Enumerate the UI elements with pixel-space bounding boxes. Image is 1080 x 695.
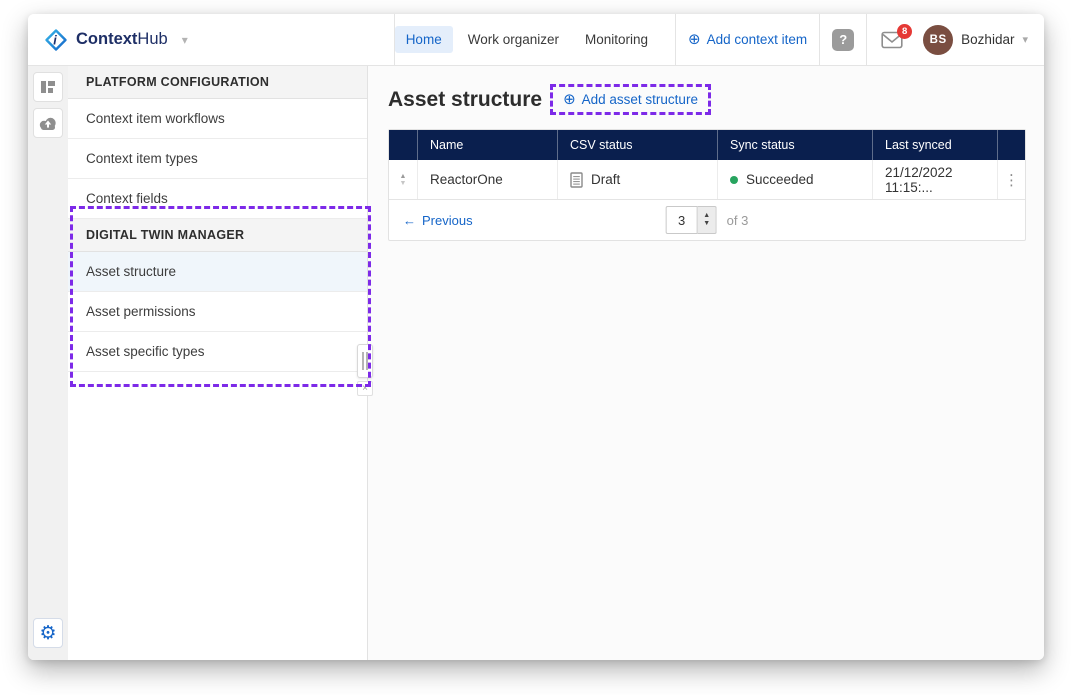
asset-structure-table: Name CSV status Sync status Last synced … (388, 129, 1026, 241)
scrollbar-handle[interactable] (357, 344, 373, 378)
csv-status-label: Draft (591, 172, 620, 187)
add-context-item-label: Add context item (707, 32, 808, 47)
sidebar: PLATFORM CONFIGURATION Context item work… (68, 66, 368, 660)
chevron-down-icon: ▾ (1022, 33, 1028, 46)
page-title: Asset structure (388, 88, 542, 112)
cell-name: ReactorOne (417, 160, 557, 199)
settings-button[interactable]: ⚙ (33, 618, 63, 648)
page-selector: ▲ ▼ of 3 (666, 206, 749, 234)
notification-badge: 8 (897, 24, 912, 39)
status-dot-icon (730, 176, 738, 184)
contexthub-logo-icon: i (44, 28, 68, 52)
column-header-csv-status: CSV status (557, 130, 717, 160)
previous-label: Previous (422, 213, 473, 228)
layout-view-button[interactable] (33, 72, 63, 102)
column-header-last-synced: Last synced (872, 130, 997, 160)
chevron-down-icon[interactable]: ▾ (182, 33, 188, 47)
logo-section: i ContextHub ▾ (28, 14, 395, 65)
cell-actions: ⋮ (997, 160, 1025, 199)
tab-work-organizer[interactable]: Work organizer (457, 26, 570, 53)
arrow-left-icon: ← (403, 213, 416, 228)
gear-icon: ⚙ (39, 624, 56, 643)
circle-plus-icon: ⊕ (563, 92, 576, 107)
sidebar-item-context-fields[interactable]: Context fields (68, 179, 367, 219)
section-header-digital-twin-manager: DIGITAL TWIN MANAGER (68, 219, 367, 252)
icon-rail: ⚙ (28, 66, 68, 660)
table-row[interactable]: ▲ ▼ ReactorOne (389, 160, 1025, 200)
stepper-up-icon[interactable]: ▲ (703, 212, 710, 220)
cell-last-synced: 21/12/2022 11:15:... (872, 160, 997, 199)
pagination-row: ← Previous ▲ ▼ of 3 (389, 200, 1025, 240)
annotation-box-add-button: ⊕ Add asset structure (550, 84, 711, 115)
cell-sync-status: Succeeded (717, 160, 872, 199)
row-move-down-icon[interactable]: ▼ (400, 180, 407, 187)
divider (866, 14, 867, 65)
page-stepper: ▲ ▼ (698, 206, 717, 234)
row-actions-kebab-icon[interactable]: ⋮ (1004, 171, 1019, 189)
body: ⚙ PLATFORM CONFIGURATION Context item wo… (28, 66, 1044, 660)
title-row: Asset structure ⊕ Add asset structure (388, 84, 1044, 115)
top-bar-right: Home Work organizer Monitoring ⊕ Add con… (395, 14, 1044, 65)
user-name: Bozhidar (961, 32, 1014, 47)
tab-home[interactable]: Home (395, 26, 453, 53)
sidebar-item-context-item-workflows[interactable]: Context item workflows (68, 99, 367, 139)
table-header-spacer (389, 130, 417, 160)
table-header-actions-spacer (997, 130, 1025, 160)
column-header-name: Name (417, 130, 557, 160)
sidebar-item-context-item-types[interactable]: Context item types (68, 139, 367, 179)
sidebar-item-asset-permissions[interactable]: Asset permissions (68, 292, 367, 332)
document-icon (570, 172, 583, 188)
app-window: i ContextHub ▾ Home Work organizer Monit… (28, 14, 1044, 660)
close-icon[interactable]: × (357, 381, 373, 396)
brand-name: ContextHub (76, 30, 168, 49)
sidebar-item-asset-specific-types[interactable]: Asset specific types (68, 332, 367, 372)
section-header-platform-configuration: PLATFORM CONFIGURATION (68, 66, 367, 99)
table-header-row: Name CSV status Sync status Last synced (389, 130, 1025, 160)
help-button[interactable]: ? (832, 29, 854, 51)
add-asset-structure-button[interactable]: ⊕ Add asset structure (563, 92, 698, 107)
avatar: BS (923, 25, 953, 55)
divider (819, 14, 820, 65)
row-reorder-cell: ▲ ▼ (389, 160, 417, 199)
sidebar-item-asset-structure[interactable]: Asset structure (68, 252, 367, 292)
page-input[interactable] (666, 206, 698, 234)
cell-csv-status: Draft (557, 160, 717, 199)
row-move-up-icon[interactable]: ▲ (400, 173, 407, 180)
layout-icon (39, 78, 57, 96)
divider (675, 14, 676, 65)
user-menu[interactable]: BS Bozhidar ▾ (923, 25, 1028, 55)
tab-monitoring[interactable]: Monitoring (574, 26, 659, 53)
column-header-sync-status: Sync status (717, 130, 872, 160)
main-content: Asset structure ⊕ Add asset structure Na… (368, 66, 1044, 660)
add-context-item-button[interactable]: ⊕ Add context item (688, 32, 807, 47)
top-bar: i ContextHub ▾ Home Work organizer Monit… (28, 14, 1044, 66)
sidebar-scroll-widget: × (357, 344, 373, 396)
cloud-upload-button[interactable] (33, 108, 63, 138)
page-total-label: of 3 (727, 213, 749, 228)
previous-page-button[interactable]: ← Previous (403, 213, 473, 228)
circle-plus-icon: ⊕ (688, 32, 701, 47)
sync-status-label: Succeeded (746, 172, 814, 187)
cloud-upload-icon (38, 116, 58, 131)
notifications-button[interactable]: 8 (881, 31, 903, 49)
stepper-down-icon[interactable]: ▼ (703, 220, 710, 228)
svg-text:i: i (53, 33, 57, 47)
add-asset-structure-label: Add asset structure (582, 92, 698, 107)
